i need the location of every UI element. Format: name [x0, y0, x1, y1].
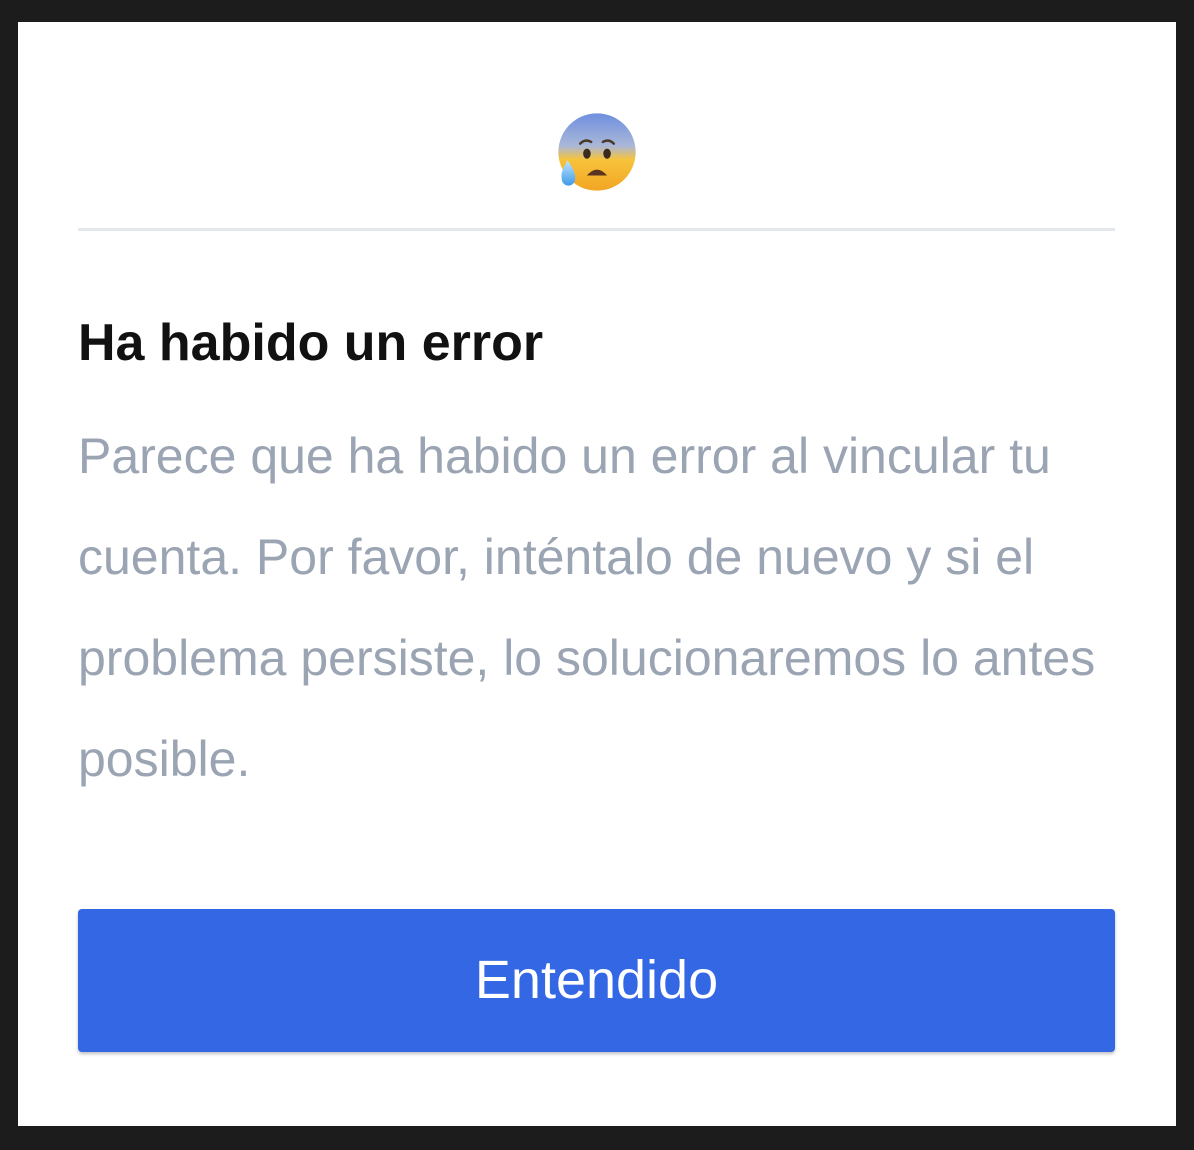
anxious-face-with-sweat-icon	[18, 110, 1176, 196]
dialog-title: Ha habido un error	[78, 314, 544, 372]
dialog-message: Parece que ha habido un error al vincula…	[78, 428, 1096, 787]
divider	[78, 228, 1115, 231]
error-dialog: Ha habido un error Parece que ha habido …	[18, 22, 1176, 1126]
understood-button[interactable]: Entendido	[78, 909, 1115, 1052]
